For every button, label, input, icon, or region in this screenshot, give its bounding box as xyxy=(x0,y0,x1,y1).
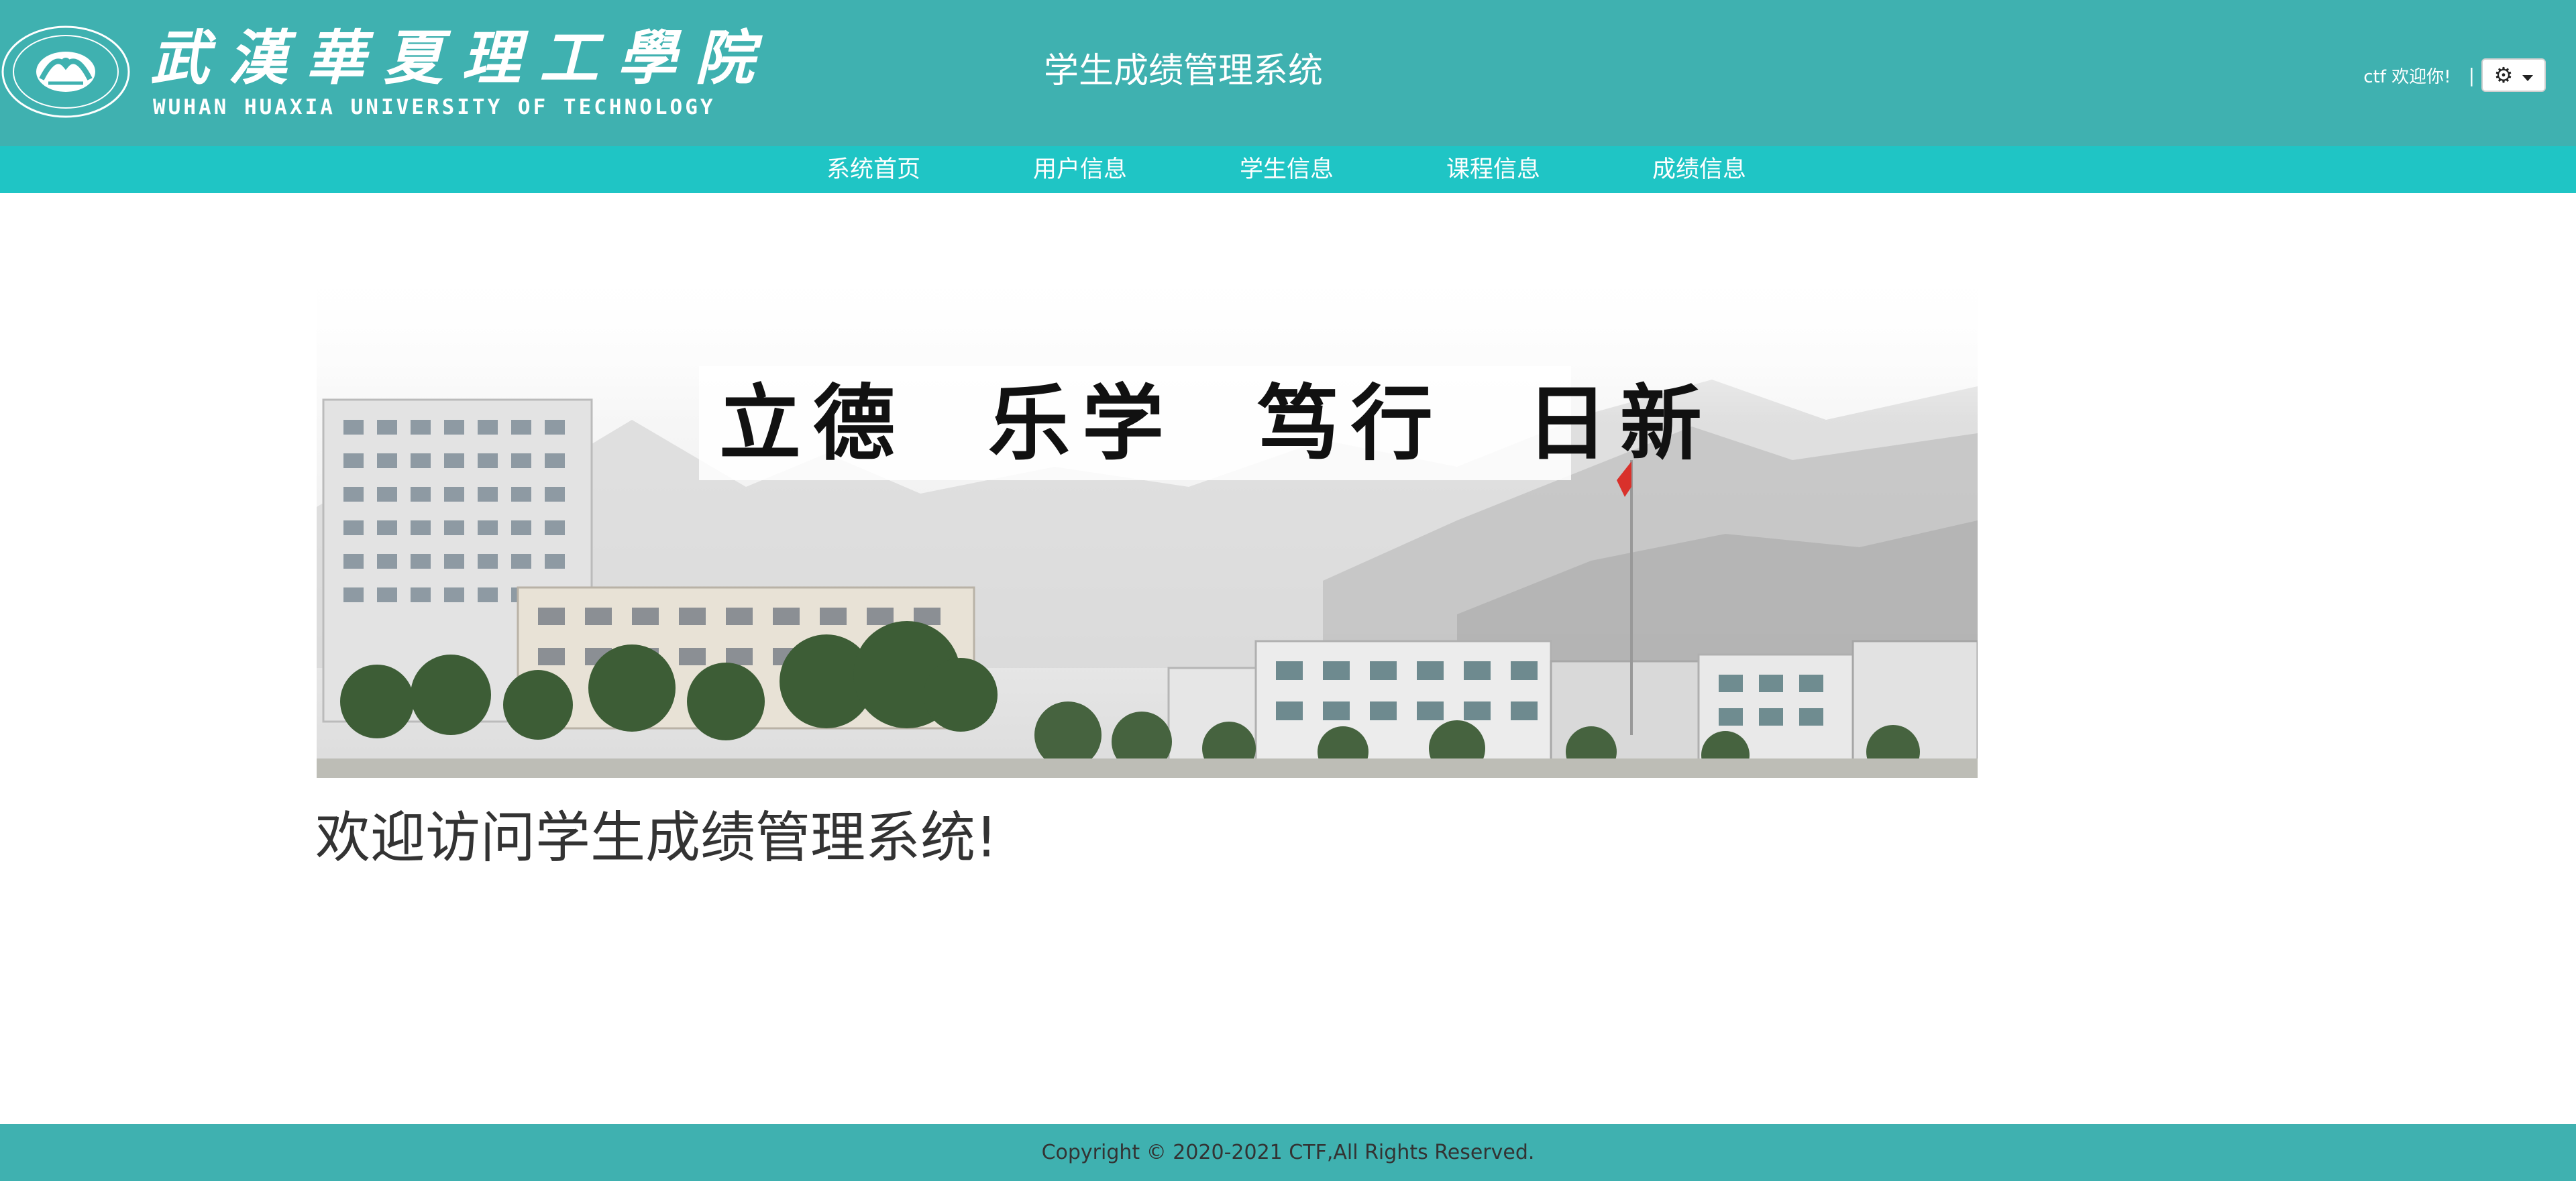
copyright-text: Copyright © 2020-2021 CTF,All Rights Res… xyxy=(1041,1141,1535,1164)
logo-english-name: WUHAN HUAXIA UNIVERSITY OF TECHNOLOGY xyxy=(153,95,716,119)
welcome-user-text: ctf 欢迎你! xyxy=(2363,66,2451,87)
school-motto: 立德 乐学 笃行 日新 xyxy=(719,375,1714,471)
university-logo[interactable]: 武漢華夏理工學院 WUHAN HUAXIA UNIVERSITY OF TECH… xyxy=(0,24,778,122)
nav-item-grade-info[interactable]: 成绩信息 xyxy=(1652,146,1746,193)
logo-chinese-name: 武漢華夏理工學院 xyxy=(150,23,773,93)
campus-banner-image xyxy=(317,266,1978,778)
footer: Copyright © 2020-2021 CTF,All Rights Res… xyxy=(0,1124,2576,1181)
nav-item-user-info[interactable]: 用户信息 xyxy=(1033,146,1127,193)
campus-banner: 立德 乐学 笃行 日新 xyxy=(317,266,1978,778)
nav-item-course-info[interactable]: 课程信息 xyxy=(1446,146,1540,193)
university-seal-icon xyxy=(1,25,130,118)
system-title: 学生成绩管理系统 xyxy=(1044,51,1324,91)
gear-icon: ⚙ xyxy=(2493,62,2514,88)
header: 武漢華夏理工學院 WUHAN HUAXIA UNIVERSITY OF TECH… xyxy=(0,0,2576,146)
welcome-heading: 欢迎访问学生成绩管理系统! xyxy=(315,806,998,870)
nav-item-student-info[interactable]: 学生信息 xyxy=(1240,146,1334,193)
user-bar: ctf 欢迎你! | ⚙ xyxy=(2363,58,2546,93)
separator: | xyxy=(2468,64,2475,87)
settings-dropdown-button[interactable]: ⚙ xyxy=(2481,58,2546,92)
page: 武漢華夏理工學院 WUHAN HUAXIA UNIVERSITY OF TECH… xyxy=(0,0,2576,1181)
main-nav: 系统首页 用户信息 学生信息 课程信息 成绩信息 xyxy=(0,146,2576,193)
caret-down-icon xyxy=(2522,74,2534,81)
nav-item-home[interactable]: 系统首页 xyxy=(826,146,920,193)
